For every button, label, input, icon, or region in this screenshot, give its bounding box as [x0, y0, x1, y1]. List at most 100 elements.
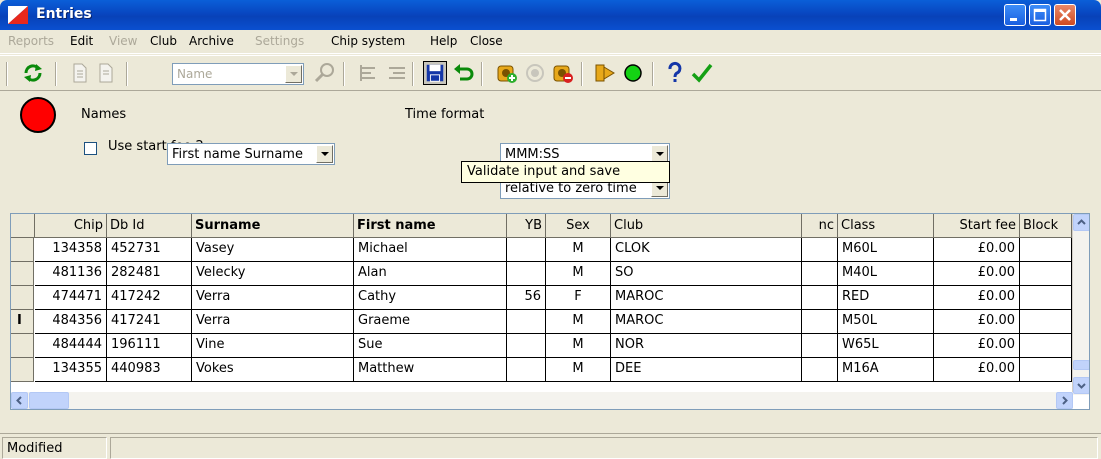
cell-start-fee[interactable]: £0.00 — [934, 334, 1020, 358]
menu-settings[interactable]: Settings — [255, 34, 304, 48]
col-header-surname[interactable]: Surname — [192, 214, 354, 238]
cell-club[interactable]: MAROC — [611, 286, 802, 310]
cell-club[interactable]: MAROC — [611, 310, 802, 334]
cell-db-id[interactable]: 282481 — [107, 262, 192, 286]
cell-first-name[interactable]: Alan — [354, 262, 507, 286]
cell-sex[interactable]: F — [546, 286, 611, 310]
cell-chip[interactable]: 474471 — [35, 286, 107, 310]
cell-nc[interactable] — [802, 358, 838, 382]
menu-reports[interactable]: Reports — [8, 34, 54, 48]
cell-db-id[interactable]: 417242 — [107, 286, 192, 310]
cell-yb[interactable] — [507, 262, 546, 286]
entries-table[interactable]: Chip Db Id Surname First name YB Sex Clu… — [10, 213, 1090, 410]
cell-block[interactable] — [1020, 310, 1072, 334]
cell-db-id[interactable]: 417241 — [107, 310, 192, 334]
cell-surname[interactable]: Velecky — [192, 262, 354, 286]
green-circle-icon[interactable] — [621, 61, 645, 85]
name-search-combo[interactable]: Name — [172, 63, 304, 85]
cell-sex[interactable]: M — [546, 310, 611, 334]
horizontal-scroll-thumb[interactable] — [29, 392, 69, 409]
cell-surname[interactable]: Vokes — [192, 358, 354, 382]
cell-nc[interactable] — [802, 286, 838, 310]
use-start-fee-2-checkbox[interactable] — [84, 142, 97, 155]
col-header-class[interactable]: Class — [838, 214, 934, 238]
add-entry-icon[interactable] — [495, 61, 519, 85]
cell-club[interactable]: CLOK — [611, 238, 802, 262]
scroll-thumb[interactable] — [1073, 360, 1089, 370]
cell-nc[interactable] — [802, 334, 838, 358]
col-header-sex[interactable]: Sex — [546, 214, 611, 238]
cancel-entry-icon[interactable] — [523, 61, 547, 85]
align-right-icon[interactable] — [385, 61, 409, 85]
save-icon[interactable] — [423, 61, 447, 85]
cell-sex[interactable]: M — [546, 238, 611, 262]
menu-chip-system[interactable]: Chip system — [331, 34, 405, 48]
cell-nc[interactable] — [802, 310, 838, 334]
cell-surname[interactable]: Vine — [192, 334, 354, 358]
col-header-block[interactable]: Block — [1020, 214, 1072, 238]
help-icon[interactable] — [663, 61, 687, 85]
cell-start-fee[interactable]: £0.00 — [934, 286, 1020, 310]
vertical-scrollbar[interactable] — [1072, 214, 1089, 395]
cell-class[interactable]: M40L — [838, 262, 934, 286]
cell-nc[interactable] — [802, 238, 838, 262]
cell-yb[interactable] — [507, 334, 546, 358]
cell-sex[interactable]: M — [546, 358, 611, 382]
row-header[interactable] — [11, 334, 34, 358]
cell-block[interactable] — [1020, 262, 1072, 286]
cell-start-fee[interactable]: £0.00 — [934, 310, 1020, 334]
col-header-chip[interactable]: Chip — [35, 214, 107, 238]
col-header-db-id[interactable]: Db Id — [107, 214, 192, 238]
cell-chip[interactable]: 134358 — [35, 238, 107, 262]
delete-entry-icon[interactable] — [551, 61, 575, 85]
close-window-button[interactable] — [1054, 4, 1076, 26]
cell-surname[interactable]: Verra — [192, 286, 354, 310]
menu-view[interactable]: View — [109, 34, 137, 48]
cell-yb[interactable]: 56 — [507, 286, 546, 310]
col-header-yb[interactable]: YB — [507, 214, 546, 238]
current-row-indicator[interactable]: I — [11, 310, 34, 334]
row-header[interactable] — [11, 238, 34, 262]
cell-surname[interactable]: Vasey — [192, 238, 354, 262]
col-header-nc[interactable]: nc — [802, 214, 838, 238]
cell-class[interactable]: W65L — [838, 334, 934, 358]
menu-club[interactable]: Club — [150, 34, 177, 48]
cell-class[interactable]: M16A — [838, 358, 934, 382]
scroll-left-button[interactable] — [11, 392, 28, 409]
col-header-club[interactable]: Club — [611, 214, 802, 238]
cell-first-name[interactable]: Matthew — [354, 358, 507, 382]
cell-db-id[interactable]: 440983 — [107, 358, 192, 382]
new-document-icon[interactable] — [68, 61, 92, 85]
start-icon[interactable] — [593, 61, 617, 85]
cell-surname[interactable]: Verra — [192, 310, 354, 334]
horizontal-scrollbar[interactable] — [11, 392, 1073, 409]
cell-db-id[interactable]: 452731 — [107, 238, 192, 262]
copy-document-icon[interactable] — [94, 61, 118, 85]
row-header[interactable] — [11, 358, 34, 382]
col-header-first-name[interactable]: First name — [354, 214, 507, 238]
align-left-icon[interactable] — [357, 61, 381, 85]
cell-block[interactable] — [1020, 334, 1072, 358]
names-dropdown-button[interactable] — [316, 145, 333, 163]
menu-archive[interactable]: Archive — [189, 34, 234, 48]
cell-block[interactable] — [1020, 286, 1072, 310]
cell-chip[interactable]: 134355 — [35, 358, 107, 382]
cell-first-name[interactable]: Sue — [354, 334, 507, 358]
cell-first-name[interactable]: Graeme — [354, 310, 507, 334]
cell-first-name[interactable]: Cathy — [354, 286, 507, 310]
maximize-button[interactable] — [1029, 4, 1051, 26]
menu-close[interactable]: Close — [470, 34, 503, 48]
cell-first-name[interactable]: Michael — [354, 238, 507, 262]
scroll-up-button[interactable] — [1073, 214, 1089, 231]
cell-chip[interactable]: 484444 — [35, 334, 107, 358]
minimize-button[interactable] — [1004, 4, 1026, 26]
scroll-down-button[interactable] — [1073, 377, 1089, 394]
cell-class[interactable]: RED — [838, 286, 934, 310]
cell-db-id[interactable]: 196111 — [107, 334, 192, 358]
cell-nc[interactable] — [802, 262, 838, 286]
col-header-start-fee[interactable]: Start fee — [934, 214, 1020, 238]
menu-edit[interactable]: Edit — [70, 34, 93, 48]
cell-block[interactable] — [1020, 238, 1072, 262]
menu-help[interactable]: Help — [430, 34, 457, 48]
names-combo[interactable]: First name Surname — [167, 143, 335, 165]
